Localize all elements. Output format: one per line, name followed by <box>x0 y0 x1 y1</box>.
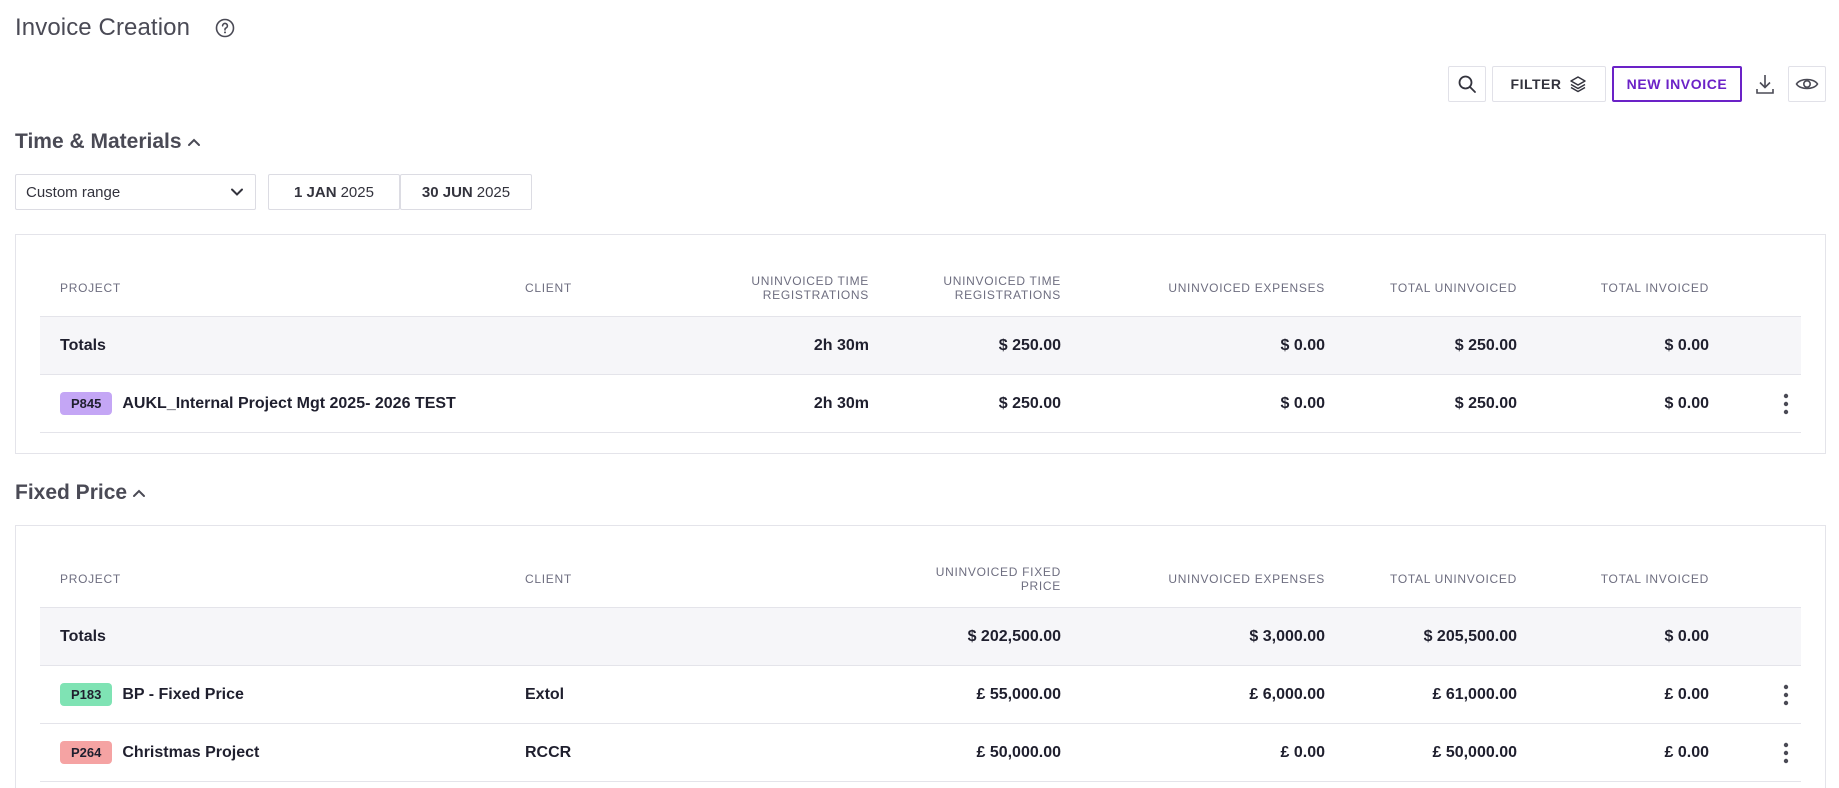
row-actions-button[interactable] <box>1783 375 1789 432</box>
col-header-total-invoiced[interactable]: TOTAL INVOICED <box>1601 550 1709 607</box>
project-name[interactable]: BP - Fixed Price <box>122 686 244 704</box>
col-header-fixed-price[interactable]: UNINVOICED FIXED PRICE <box>936 550 1061 607</box>
project-name[interactable]: Christmas Project <box>122 744 259 762</box>
section-title-time-materials[interactable]: Time & Materials <box>15 130 202 154</box>
col-header-time-hours[interactable]: UNINVOICED TIME REGISTRATIONS <box>751 259 869 316</box>
col-header-total-invoiced[interactable]: TOTAL INVOICED <box>1601 259 1709 316</box>
table-header: PROJECT CLIENT UNINVOICED FIXED PRICE UN… <box>40 550 1801 608</box>
end-date-day: 30 JUN <box>421 183 473 201</box>
chevron-down-icon <box>231 188 243 196</box>
layers-icon <box>1570 76 1587 93</box>
end-date-year: 2025 <box>476 183 511 201</box>
totals-time-hours: 2h 30m <box>813 336 869 354</box>
fixed-price-table: PROJECT CLIENT UNINVOICED FIXED PRICE UN… <box>40 550 1801 782</box>
project-cell[interactable]: P183 BP - Fixed Price <box>60 666 244 723</box>
row-actions-button[interactable] <box>1783 666 1789 723</box>
col-header-total-uninvoiced[interactable]: TOTAL UNINVOICED <box>1390 259 1517 316</box>
totals-total-uninvoiced: $ 205,500.00 <box>1423 627 1517 645</box>
section-title-label: Fixed Price <box>15 481 128 504</box>
chevron-up-icon[interactable] <box>186 134 202 150</box>
download-button[interactable] <box>1748 66 1782 102</box>
page-title: Invoice Creation <box>15 14 191 41</box>
client-name: RCCR <box>525 743 572 761</box>
start-date-day: 1 JAN <box>294 183 337 201</box>
total-uninvoiced-value: £ 50,000.00 <box>1432 743 1517 761</box>
fixed-price-value: £ 55,000.00 <box>976 685 1061 703</box>
section-title-label: Time & Materials <box>15 130 182 153</box>
col-header-time-amount[interactable]: UNINVOICED TIME REGISTRATIONS <box>943 259 1061 316</box>
expenses-value: £ 0.00 <box>1280 743 1325 761</box>
table-row[interactable]: P845 AUKL_Internal Project Mgt 2025- 202… <box>40 375 1801 433</box>
download-icon <box>1756 75 1774 94</box>
project-name[interactable]: AUKL_Internal Project Mgt 2025- 2026 TES… <box>122 395 455 413</box>
col-header-expenses[interactable]: UNINVOICED EXPENSES <box>1168 259 1325 316</box>
time-amount-value: $ 250.00 <box>998 394 1061 412</box>
page-header: Invoice Creation <box>15 14 236 42</box>
project-id-badge: P845 <box>60 392 113 415</box>
filter-button[interactable]: FILTER <box>1492 66 1606 102</box>
project-cell[interactable]: P264 Christmas Project <box>60 724 259 781</box>
table-row[interactable]: P183 BP - Fixed Price Extol £ 55,000.00 … <box>40 666 1801 724</box>
col-header-total-uninvoiced[interactable]: TOTAL UNINVOICED <box>1390 550 1517 607</box>
project-cell[interactable]: P845 AUKL_Internal Project Mgt 2025- 202… <box>60 375 456 432</box>
totals-time-amount: $ 250.00 <box>998 336 1061 354</box>
time-materials-card: PROJECT CLIENT UNINVOICED TIME REGISTRAT… <box>15 234 1826 454</box>
total-uninvoiced-value: $ 250.00 <box>1454 394 1517 412</box>
time-hours-value: 2h 30m <box>813 394 869 412</box>
totals-fixed-price: $ 202,500.00 <box>967 627 1061 645</box>
col-header-client[interactable]: CLIENT <box>525 550 572 607</box>
section-title-fixed-price[interactable]: Fixed Price <box>15 481 147 505</box>
row-actions-button[interactable] <box>1783 724 1789 781</box>
col-header-client[interactable]: CLIENT <box>525 259 572 316</box>
expenses-value: $ 0.00 <box>1280 394 1325 412</box>
view-options-button[interactable] <box>1788 66 1826 102</box>
start-date-year: 2025 <box>340 183 374 201</box>
filter-label: FILTER <box>1510 76 1562 92</box>
date-range-controls: Custom range 1 JAN 2025 30 JUN 2025 <box>15 174 532 210</box>
time-materials-table: PROJECT CLIENT UNINVOICED TIME REGISTRAT… <box>40 259 1801 433</box>
col-header-project[interactable]: PROJECT <box>60 259 121 316</box>
col-header-expenses[interactable]: UNINVOICED EXPENSES <box>1168 550 1325 607</box>
totals-row: Totals $ 202,500.00 $ 3,000.00 $ 205,500… <box>40 608 1801 666</box>
end-date-button[interactable]: 30 JUN 2025 <box>400 174 532 210</box>
project-id-badge: P264 <box>60 741 113 764</box>
eye-icon <box>1795 78 1819 90</box>
search-icon <box>1458 75 1476 93</box>
client-name: Extol <box>525 685 565 703</box>
more-vertical-icon <box>1783 742 1789 763</box>
toolbar: FILTER NEW INVOICE <box>1448 66 1826 102</box>
totals-row: Totals 2h 30m $ 250.00 $ 0.00 $ 250.00 $… <box>40 317 1801 375</box>
fixed-price-value: £ 50,000.00 <box>976 743 1061 761</box>
chevron-up-icon[interactable] <box>131 485 147 501</box>
totals-total-uninvoiced: $ 250.00 <box>1454 336 1517 354</box>
new-invoice-button[interactable]: NEW INVOICE <box>1612 66 1742 102</box>
search-button[interactable] <box>1448 66 1486 102</box>
totals-total-invoiced: $ 0.00 <box>1664 336 1709 354</box>
range-select[interactable]: Custom range <box>15 174 256 210</box>
total-invoiced-value: $ 0.00 <box>1664 394 1709 412</box>
more-vertical-icon <box>1783 393 1789 414</box>
range-select-value: Custom range <box>26 183 121 201</box>
project-id-badge: P183 <box>60 683 113 706</box>
help-icon[interactable] <box>214 17 236 39</box>
total-uninvoiced-value: £ 61,000.00 <box>1432 685 1517 703</box>
table-header: PROJECT CLIENT UNINVOICED TIME REGISTRAT… <box>40 259 1801 317</box>
totals-label: Totals <box>60 336 106 354</box>
expenses-value: £ 6,000.00 <box>1249 685 1325 703</box>
totals-expenses: $ 3,000.00 <box>1249 627 1325 645</box>
more-vertical-icon <box>1783 684 1789 705</box>
total-invoiced-value: £ 0.00 <box>1664 743 1709 761</box>
totals-total-invoiced: $ 0.00 <box>1664 627 1709 645</box>
start-date-button[interactable]: 1 JAN 2025 <box>268 174 400 210</box>
fixed-price-card: PROJECT CLIENT UNINVOICED FIXED PRICE UN… <box>15 525 1826 788</box>
totals-label: Totals <box>60 627 106 645</box>
total-invoiced-value: £ 0.00 <box>1664 685 1709 703</box>
table-row[interactable]: P264 Christmas Project RCCR £ 50,000.00 … <box>40 724 1801 782</box>
totals-expenses: $ 0.00 <box>1280 336 1325 354</box>
col-header-project[interactable]: PROJECT <box>60 550 121 607</box>
